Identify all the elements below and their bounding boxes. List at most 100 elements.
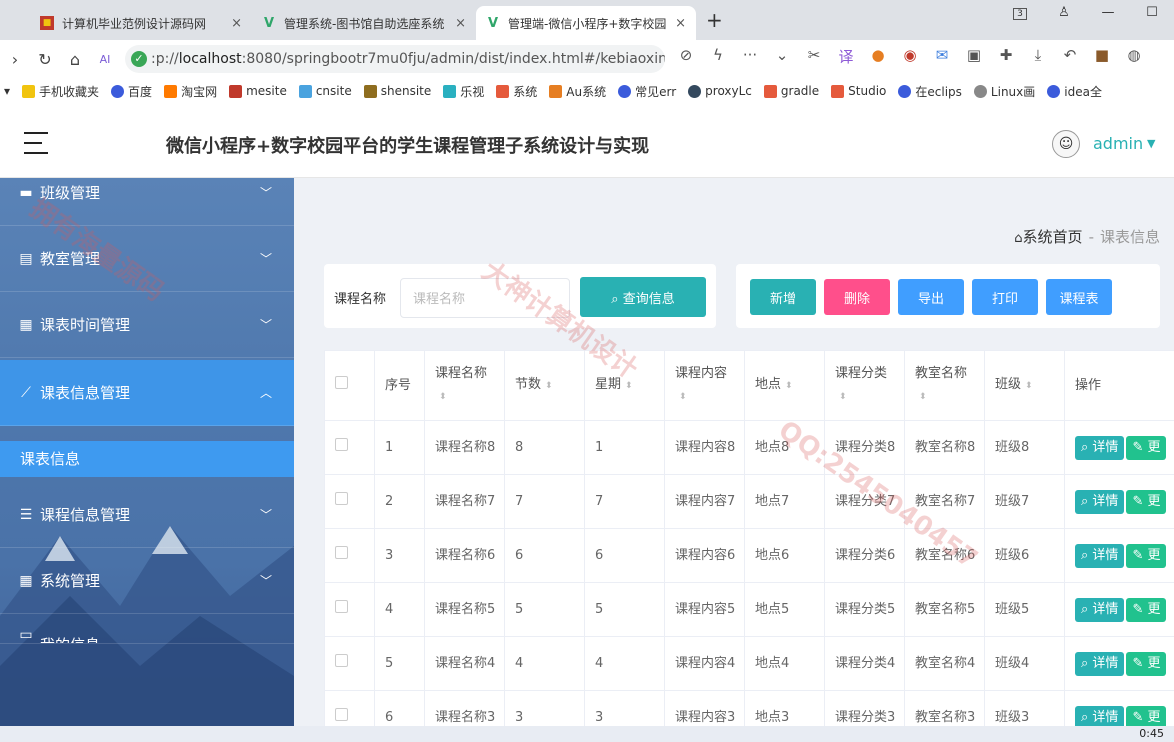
sidebar-item-system[interactable]: ▦ 系统管理 ﹀: [0, 548, 294, 614]
edit-button[interactable]: ✎ 更: [1126, 705, 1167, 726]
bookmark-item[interactable]: 淘宝网: [164, 83, 217, 100]
more-icon[interactable]: ···: [734, 46, 766, 67]
add-button[interactable]: 新增: [750, 279, 816, 315]
detail-button[interactable]: ⌕ 详情: [1075, 597, 1125, 622]
edit-button[interactable]: ✎ 更: [1126, 489, 1167, 514]
minimize-icon[interactable]: —: [1086, 0, 1130, 28]
schedule-button[interactable]: 课程表: [1046, 279, 1112, 315]
bookmark-item[interactable]: gradle: [763, 84, 819, 98]
shirt-icon[interactable]: ♙: [1042, 0, 1086, 28]
column-header[interactable]: 地点 ⬍: [744, 350, 825, 421]
column-header[interactable]: 节数 ⬍: [504, 350, 585, 421]
scissors-icon[interactable]: ✂: [798, 46, 830, 67]
close-tab-icon[interactable]: ×: [231, 16, 242, 31]
tab-count-button[interactable]: 3: [998, 0, 1042, 28]
column-header[interactable]: 星期 ⬍: [584, 350, 665, 421]
chevron-down-icon[interactable]: ⌄: [766, 46, 798, 67]
submenu-schedule-info[interactable]: 课表信息: [0, 441, 294, 477]
shield-icon[interactable]: ▣: [958, 46, 990, 67]
sort-icon[interactable]: ⬍: [919, 392, 927, 402]
avatar[interactable]: ☺: [1052, 130, 1080, 158]
export-button[interactable]: 导出: [898, 279, 964, 315]
detail-button[interactable]: ⌕ 详情: [1075, 435, 1125, 460]
search-button[interactable]: ⌕ 查询信息: [580, 277, 706, 317]
browser-tab[interactable]: V 管理系统-图书馆自助选座系统 ×: [252, 6, 476, 40]
bookmark-item[interactable]: 手机收藏夹: [22, 83, 99, 100]
column-header[interactable]: 班级 ⬍: [984, 350, 1065, 421]
edit-button[interactable]: ✎ 更: [1126, 435, 1167, 460]
sidebar-item-course-info[interactable]: ☰ 课程信息管理 ﹀: [0, 482, 294, 548]
browser-tab-active[interactable]: V 管理端-微信小程序+数字校园平 ×: [476, 6, 696, 40]
eye-icon[interactable]: ◉: [894, 46, 926, 67]
bolt-icon[interactable]: ϟ: [702, 46, 734, 67]
bookmark-item[interactable]: 乐视: [443, 83, 484, 100]
bookmark-item[interactable]: idea全: [1047, 83, 1102, 100]
sidebar-item-schedule-info[interactable]: ⟋ 课表信息管理 ︿: [0, 360, 294, 426]
sort-icon[interactable]: ⬍: [679, 392, 687, 402]
column-header[interactable]: 课程内容 ⬍: [664, 350, 745, 421]
ai-icon[interactable]: AI: [90, 53, 120, 66]
caret-down-icon[interactable]: ▼: [1147, 137, 1155, 150]
sort-icon[interactable]: ⬍: [1025, 381, 1033, 391]
bookmark-item[interactable]: 在eclips: [898, 83, 962, 100]
row-checkbox[interactable]: [335, 492, 348, 505]
row-checkbox[interactable]: [335, 708, 348, 721]
row-checkbox[interactable]: [335, 438, 348, 451]
detail-button[interactable]: ⌕ 详情: [1075, 705, 1125, 726]
bookmark-item[interactable]: cnsite: [298, 84, 352, 98]
print-button[interactable]: 打印: [972, 279, 1038, 315]
mail-icon[interactable]: ✉: [926, 46, 958, 67]
column-header[interactable]: 课程分类 ⬍: [824, 350, 905, 421]
select-all-checkbox[interactable]: [335, 375, 348, 389]
bookmark-item[interactable]: 百度: [111, 83, 152, 100]
extensions-icon[interactable]: ✚: [990, 46, 1022, 67]
sort-icon[interactable]: ⬍: [785, 381, 793, 391]
bookmark-item[interactable]: 常见err: [618, 83, 676, 100]
bookmarks-expand-icon[interactable]: ▾: [4, 84, 10, 98]
column-header[interactable]: 课程名称 ⬍: [424, 350, 505, 421]
briefcase-icon[interactable]: ■: [1086, 46, 1118, 67]
bookmark-item[interactable]: mesite: [229, 84, 287, 98]
username[interactable]: admin: [1093, 134, 1143, 153]
edit-button[interactable]: ✎ 更: [1126, 651, 1167, 676]
close-tab-icon[interactable]: ×: [455, 16, 466, 31]
home-icon[interactable]: ⌂: [60, 50, 90, 69]
sort-icon[interactable]: ⬍: [439, 392, 447, 402]
bookmark-item[interactable]: Linux画: [973, 83, 1035, 100]
course-name-input[interactable]: [400, 278, 570, 318]
bookmark-item[interactable]: proxyLc: [688, 84, 752, 98]
row-checkbox[interactable]: [335, 654, 348, 667]
sort-icon[interactable]: ⬍: [839, 392, 847, 402]
new-tab-button[interactable]: +: [706, 8, 723, 32]
detail-button[interactable]: ⌕ 详情: [1075, 489, 1125, 514]
sidebar-item-schedule-time[interactable]: ▦ 课表时间管理 ﹀: [0, 292, 294, 358]
url-field[interactable]: ✓ :p://localhost:8080/springbootr7mu0fju…: [125, 45, 665, 73]
reload-icon[interactable]: ↻: [30, 50, 60, 69]
close-tab-icon[interactable]: ×: [675, 16, 686, 31]
detail-button[interactable]: ⌕ 详情: [1075, 543, 1125, 568]
compass-icon[interactable]: ⊘: [670, 46, 702, 67]
edit-button[interactable]: ✎ 更: [1126, 597, 1167, 622]
fox-icon[interactable]: ●: [862, 46, 894, 67]
download-icon[interactable]: ⤓: [1022, 46, 1054, 67]
sidebar-item-class[interactable]: ▬ 班级管理 ﹀: [0, 178, 294, 226]
column-header[interactable]: 教室名称 ⬍: [904, 350, 985, 421]
back-icon[interactable]: ›: [0, 50, 30, 69]
translate-icon[interactable]: 译: [830, 46, 862, 67]
bookmark-item[interactable]: Studio: [831, 84, 886, 98]
sort-icon[interactable]: ⬍: [625, 381, 633, 391]
globe-icon[interactable]: ◍: [1118, 46, 1150, 67]
delete-button[interactable]: 删除: [824, 279, 890, 315]
maximize-icon[interactable]: ☐: [1130, 0, 1174, 28]
bookmark-item[interactable]: shensite: [363, 84, 431, 98]
row-checkbox[interactable]: [335, 546, 348, 559]
sidebar-item-my-info[interactable]: ▭ 我的信息: [0, 614, 294, 644]
browser-tab[interactable]: ■ 计算机毕业范例设计源码网 ×: [30, 6, 252, 40]
sidebar-item-classroom[interactable]: ▤ 教室管理 ﹀: [0, 226, 294, 292]
bookmark-item[interactable]: Au系统: [549, 83, 606, 100]
undo-icon[interactable]: ↶: [1054, 46, 1086, 67]
menu-toggle-icon[interactable]: [24, 132, 48, 154]
bookmark-item[interactable]: 系统: [496, 83, 537, 100]
edit-button[interactable]: ✎ 更: [1126, 543, 1167, 568]
breadcrumb-home[interactable]: 系统首页: [1023, 228, 1083, 246]
